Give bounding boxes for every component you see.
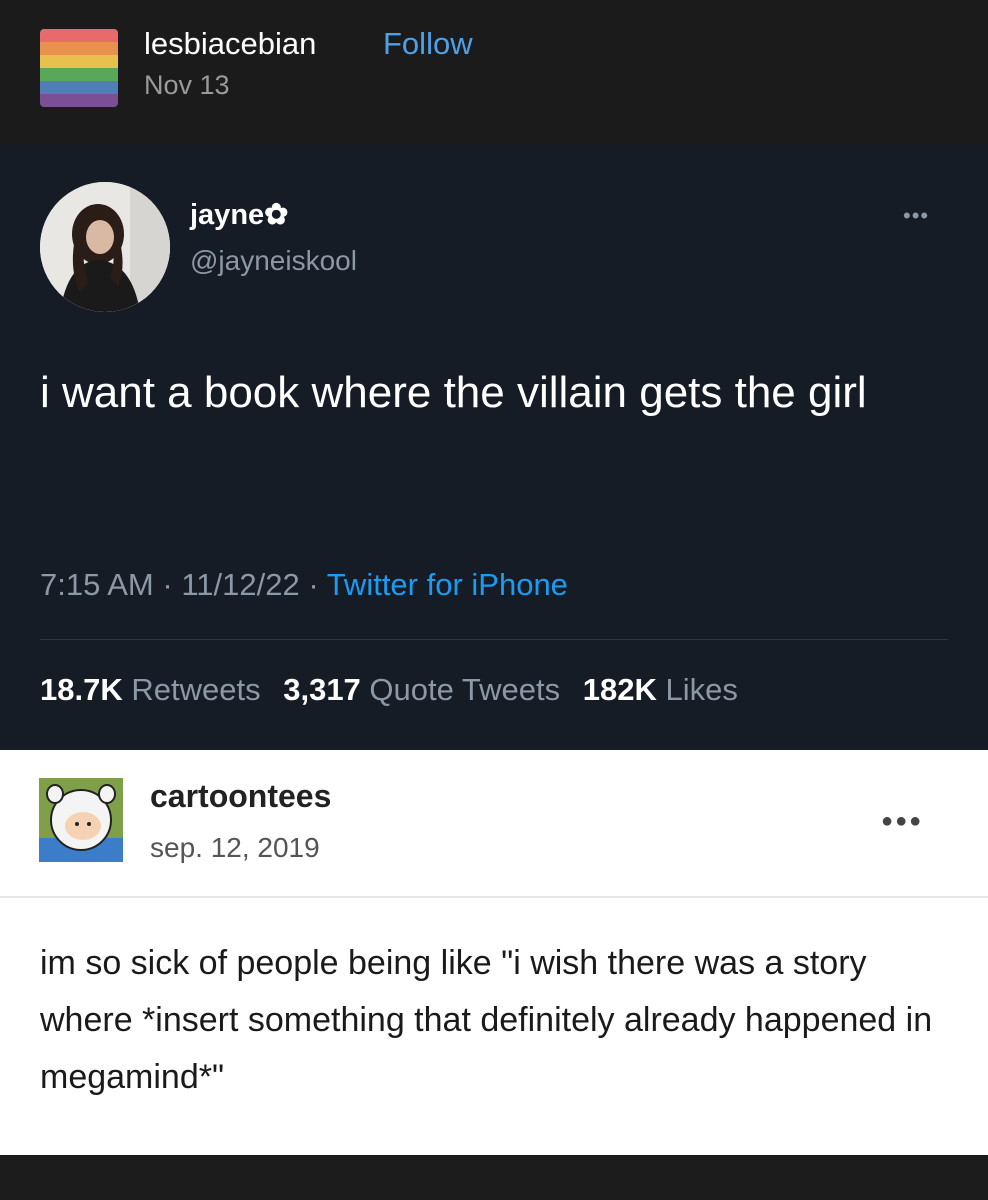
quotes-label: Quote Tweets: [369, 672, 561, 707]
tweet-avatar[interactable]: [40, 182, 170, 312]
likes-label: Likes: [665, 672, 738, 707]
quote-tweets-stat[interactable]: 3,317 Quote Tweets: [283, 672, 560, 707]
tweet-meta: 7:15 AM · 11/12/22 · Twitter for iPhone: [40, 567, 568, 603]
separator-dot: ·: [308, 567, 327, 602]
retweets-stat[interactable]: 18.7K Retweets: [40, 672, 261, 707]
cartoon-avatar-icon: [39, 778, 123, 862]
profile-photo-icon: [40, 182, 170, 312]
footer-bar: [0, 1155, 988, 1200]
retweets-count: 18.7K: [40, 672, 123, 707]
reblog-card: cartoontees sep. 12, 2019 ●●● im so sick…: [0, 750, 988, 1155]
retweets-label: Retweets: [131, 672, 261, 707]
follow-button[interactable]: Follow: [383, 26, 473, 62]
tweet-display-name[interactable]: jayne✿: [190, 197, 288, 232]
reblog-blog-name[interactable]: cartoontees: [150, 778, 331, 815]
likes-count: 182K: [582, 672, 657, 707]
tweet-time: 7:15 AM: [40, 567, 154, 602]
more-horizontal-icon[interactable]: •••: [903, 203, 929, 229]
post-date: Nov 13: [144, 70, 230, 100]
reblog-avatar[interactable]: [39, 778, 123, 862]
tweet-source-link[interactable]: Twitter for iPhone: [327, 567, 568, 602]
tweet-handle[interactable]: @jayneiskool: [190, 245, 357, 277]
tweet-stats: 18.7K Retweets 3,317 Quote Tweets 182K L…: [40, 672, 752, 708]
likes-stat[interactable]: 182K Likes: [583, 672, 738, 707]
tweet-date: 11/12/22: [181, 567, 300, 602]
blog-avatar[interactable]: [40, 29, 118, 107]
blog-name[interactable]: lesbiacebian: [144, 26, 316, 62]
reblog-text: im so sick of people being like "i wish …: [40, 944, 933, 1096]
divider: [0, 896, 988, 898]
divider: [40, 639, 948, 640]
more-horizontal-icon[interactable]: ●●●: [881, 810, 923, 833]
reblog-date: sep. 12, 2019: [150, 832, 320, 863]
tweet-card: jayne✿ @jayneiskool ••• i want a book wh…: [0, 145, 988, 750]
quotes-count: 3,317: [283, 672, 361, 707]
separator-dot: ·: [162, 567, 182, 602]
tumblr-post-header: lesbiacebian Follow Nov 13: [0, 0, 988, 145]
tweet-text: i want a book where the villain gets the…: [40, 368, 867, 417]
